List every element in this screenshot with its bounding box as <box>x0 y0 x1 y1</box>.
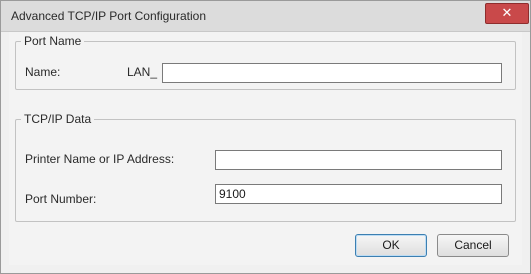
printer-address-input[interactable] <box>215 150 502 170</box>
close-icon: ✕ <box>501 6 513 21</box>
window-title: Advanced TCP/IP Port Configuration <box>11 9 206 23</box>
name-label: Name: <box>25 65 61 79</box>
close-button[interactable]: ✕ <box>485 3 529 24</box>
ok-button[interactable]: OK <box>355 234 427 257</box>
port-name-legend: Port Name <box>24 34 82 48</box>
name-input[interactable] <box>162 63 502 83</box>
name-prefix: LAN_ <box>127 65 158 79</box>
dialog-window: Advanced TCP/IP Port Configuration ✕ Por… <box>0 0 531 274</box>
port-number-label: Port Number: <box>25 192 97 206</box>
port-number-input[interactable] <box>215 184 502 204</box>
tcpip-data-legend: TCP/IP Data <box>24 112 92 126</box>
address-label: Printer Name or IP Address: <box>25 152 175 166</box>
dialog-content: Port Name Name: LAN_ TCP/IP Data Printer… <box>9 32 522 265</box>
title-bar[interactable]: Advanced TCP/IP Port Configuration ✕ <box>1 1 530 32</box>
cancel-button[interactable]: Cancel <box>437 234 509 257</box>
